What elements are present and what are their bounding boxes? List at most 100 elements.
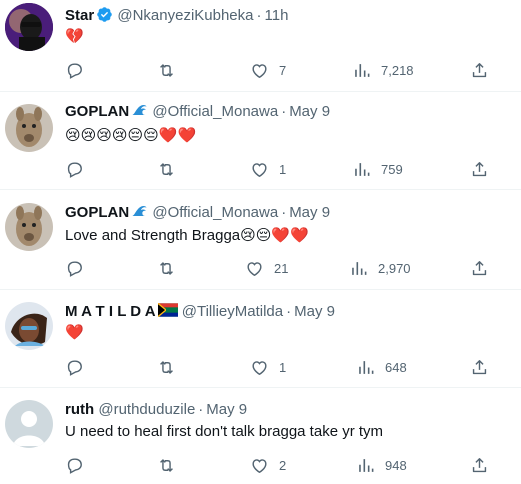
- retweet-icon: [157, 358, 176, 377]
- timestamp[interactable]: May 9: [289, 103, 330, 120]
- reply-button[interactable]: [65, 59, 94, 81]
- avatar[interactable]: [5, 400, 53, 448]
- avatar[interactable]: [5, 3, 53, 51]
- tweet[interactable]: GOPLAN @Official_Monawa · May 9 😢😢😢😢😔😔❤️❤️…: [0, 92, 521, 190]
- reply-icon: [65, 456, 84, 475]
- reply-button[interactable]: [65, 158, 94, 180]
- retweet-button[interactable]: [157, 59, 186, 81]
- tweet-text: 😢😢😢😢😔😔❤️❤️: [65, 127, 197, 144]
- south-africa-flag-icon: [157, 302, 178, 323]
- view-count: 648: [385, 359, 407, 375]
- like-button[interactable]: 7: [250, 59, 286, 81]
- views-icon: [356, 358, 375, 377]
- avatar[interactable]: [5, 203, 53, 251]
- tweet-text: 💔: [65, 28, 84, 45]
- share-icon: [470, 456, 489, 475]
- avatar-image: [5, 203, 53, 251]
- views-button[interactable]: 759: [352, 158, 403, 180]
- avatar-image: [5, 302, 53, 350]
- retweet-button[interactable]: [157, 356, 186, 378]
- timestamp[interactable]: 11h: [265, 7, 289, 24]
- tweet-actions: 2 948: [0, 454, 521, 476]
- separator-dot: ·: [281, 103, 287, 120]
- tweet[interactable]: Star @NkanyeziKubheka · 11h 💔 7 7,218: [0, 0, 521, 92]
- heart-icon: [250, 358, 269, 377]
- share-button[interactable]: [470, 356, 489, 378]
- retweet-button[interactable]: [157, 158, 186, 180]
- reply-icon: [65, 358, 84, 377]
- timestamp[interactable]: May 9: [289, 204, 330, 221]
- views-button[interactable]: 648: [356, 356, 407, 378]
- reply-icon: [65, 61, 84, 80]
- reply-button[interactable]: [65, 257, 94, 279]
- tweet[interactable]: ruth @ruthduduzile · May 9 U need to heal …: [0, 388, 521, 484]
- reply-button[interactable]: [65, 356, 94, 378]
- views-button[interactable]: 2,970: [349, 257, 411, 279]
- like-count: 21: [274, 260, 289, 276]
- avatar[interactable]: [5, 104, 53, 152]
- views-icon: [352, 61, 371, 80]
- avatar-image: [5, 3, 53, 51]
- separator-dot: ·: [281, 204, 287, 221]
- reply-icon: [65, 259, 84, 278]
- retweet-button[interactable]: [157, 257, 186, 279]
- display-name[interactable]: Star: [65, 7, 94, 24]
- tweet-actions: 21 2,970: [0, 257, 521, 279]
- wave-icon: [131, 203, 148, 225]
- user-handle[interactable]: @TillieyMatilda: [182, 303, 283, 320]
- view-count: 759: [381, 161, 403, 177]
- heart-icon: [250, 456, 269, 475]
- share-button[interactable]: [470, 158, 489, 180]
- like-button[interactable]: 1: [250, 158, 286, 180]
- display-name[interactable]: ruth: [65, 401, 94, 418]
- share-button[interactable]: [470, 454, 489, 476]
- display-name[interactable]: GOPLAN: [65, 204, 129, 221]
- tweet-text: ❤️: [65, 324, 84, 341]
- like-count: 1: [279, 161, 287, 177]
- tweet-text: Love and Strength Bragga😢😔❤️❤️: [65, 227, 309, 244]
- tweet-text: U need to heal first don't talk bragga t…: [65, 423, 384, 440]
- user-handle[interactable]: @ruthduduzile: [98, 401, 195, 418]
- view-count: 948: [385, 457, 407, 473]
- share-icon: [470, 160, 489, 179]
- avatar-image: [5, 104, 53, 152]
- like-button[interactable]: 21: [245, 257, 288, 279]
- views-icon: [352, 160, 371, 179]
- like-button[interactable]: 1: [250, 356, 286, 378]
- default-avatar-icon: [5, 400, 53, 448]
- reply-icon: [65, 160, 84, 179]
- tweet[interactable]: M A T I L D A @TillieyMatilda · May 9 ❤️ 1…: [0, 290, 521, 388]
- views-icon: [349, 259, 368, 278]
- retweet-button[interactable]: [157, 454, 186, 476]
- timestamp[interactable]: May 9: [294, 303, 335, 320]
- tweet-actions: 7 7,218: [0, 59, 521, 81]
- retweet-icon: [157, 160, 176, 179]
- wave-icon: [131, 102, 148, 124]
- avatar[interactable]: [5, 302, 53, 350]
- like-button[interactable]: 2: [250, 454, 286, 476]
- views-icon: [356, 456, 375, 475]
- timestamp[interactable]: May 9: [206, 401, 247, 418]
- view-count: 7,218: [381, 62, 414, 78]
- separator-dot: ·: [256, 7, 262, 24]
- views-button[interactable]: 948: [356, 454, 407, 476]
- display-name[interactable]: GOPLAN: [65, 103, 129, 120]
- share-icon: [470, 61, 489, 80]
- reply-button[interactable]: [65, 454, 94, 476]
- view-count: 2,970: [378, 260, 411, 276]
- tweet[interactable]: GOPLAN @Official_Monawa · May 9 Love and S…: [0, 190, 521, 290]
- share-button[interactable]: [470, 59, 489, 81]
- user-handle[interactable]: @Official_Monawa: [152, 204, 278, 221]
- user-handle[interactable]: @NkanyeziKubheka: [117, 7, 253, 24]
- display-name[interactable]: M A T I L D A: [65, 303, 156, 320]
- like-count: 2: [279, 457, 287, 473]
- heart-icon: [250, 61, 269, 80]
- share-button[interactable]: [470, 257, 489, 279]
- like-count: 7: [279, 62, 287, 78]
- heart-icon: [250, 160, 269, 179]
- retweet-icon: [157, 259, 176, 278]
- tweet-actions: 1 648: [0, 356, 521, 378]
- separator-dot: ·: [286, 303, 292, 320]
- views-button[interactable]: 7,218: [352, 59, 414, 81]
- user-handle[interactable]: @Official_Monawa: [152, 103, 278, 120]
